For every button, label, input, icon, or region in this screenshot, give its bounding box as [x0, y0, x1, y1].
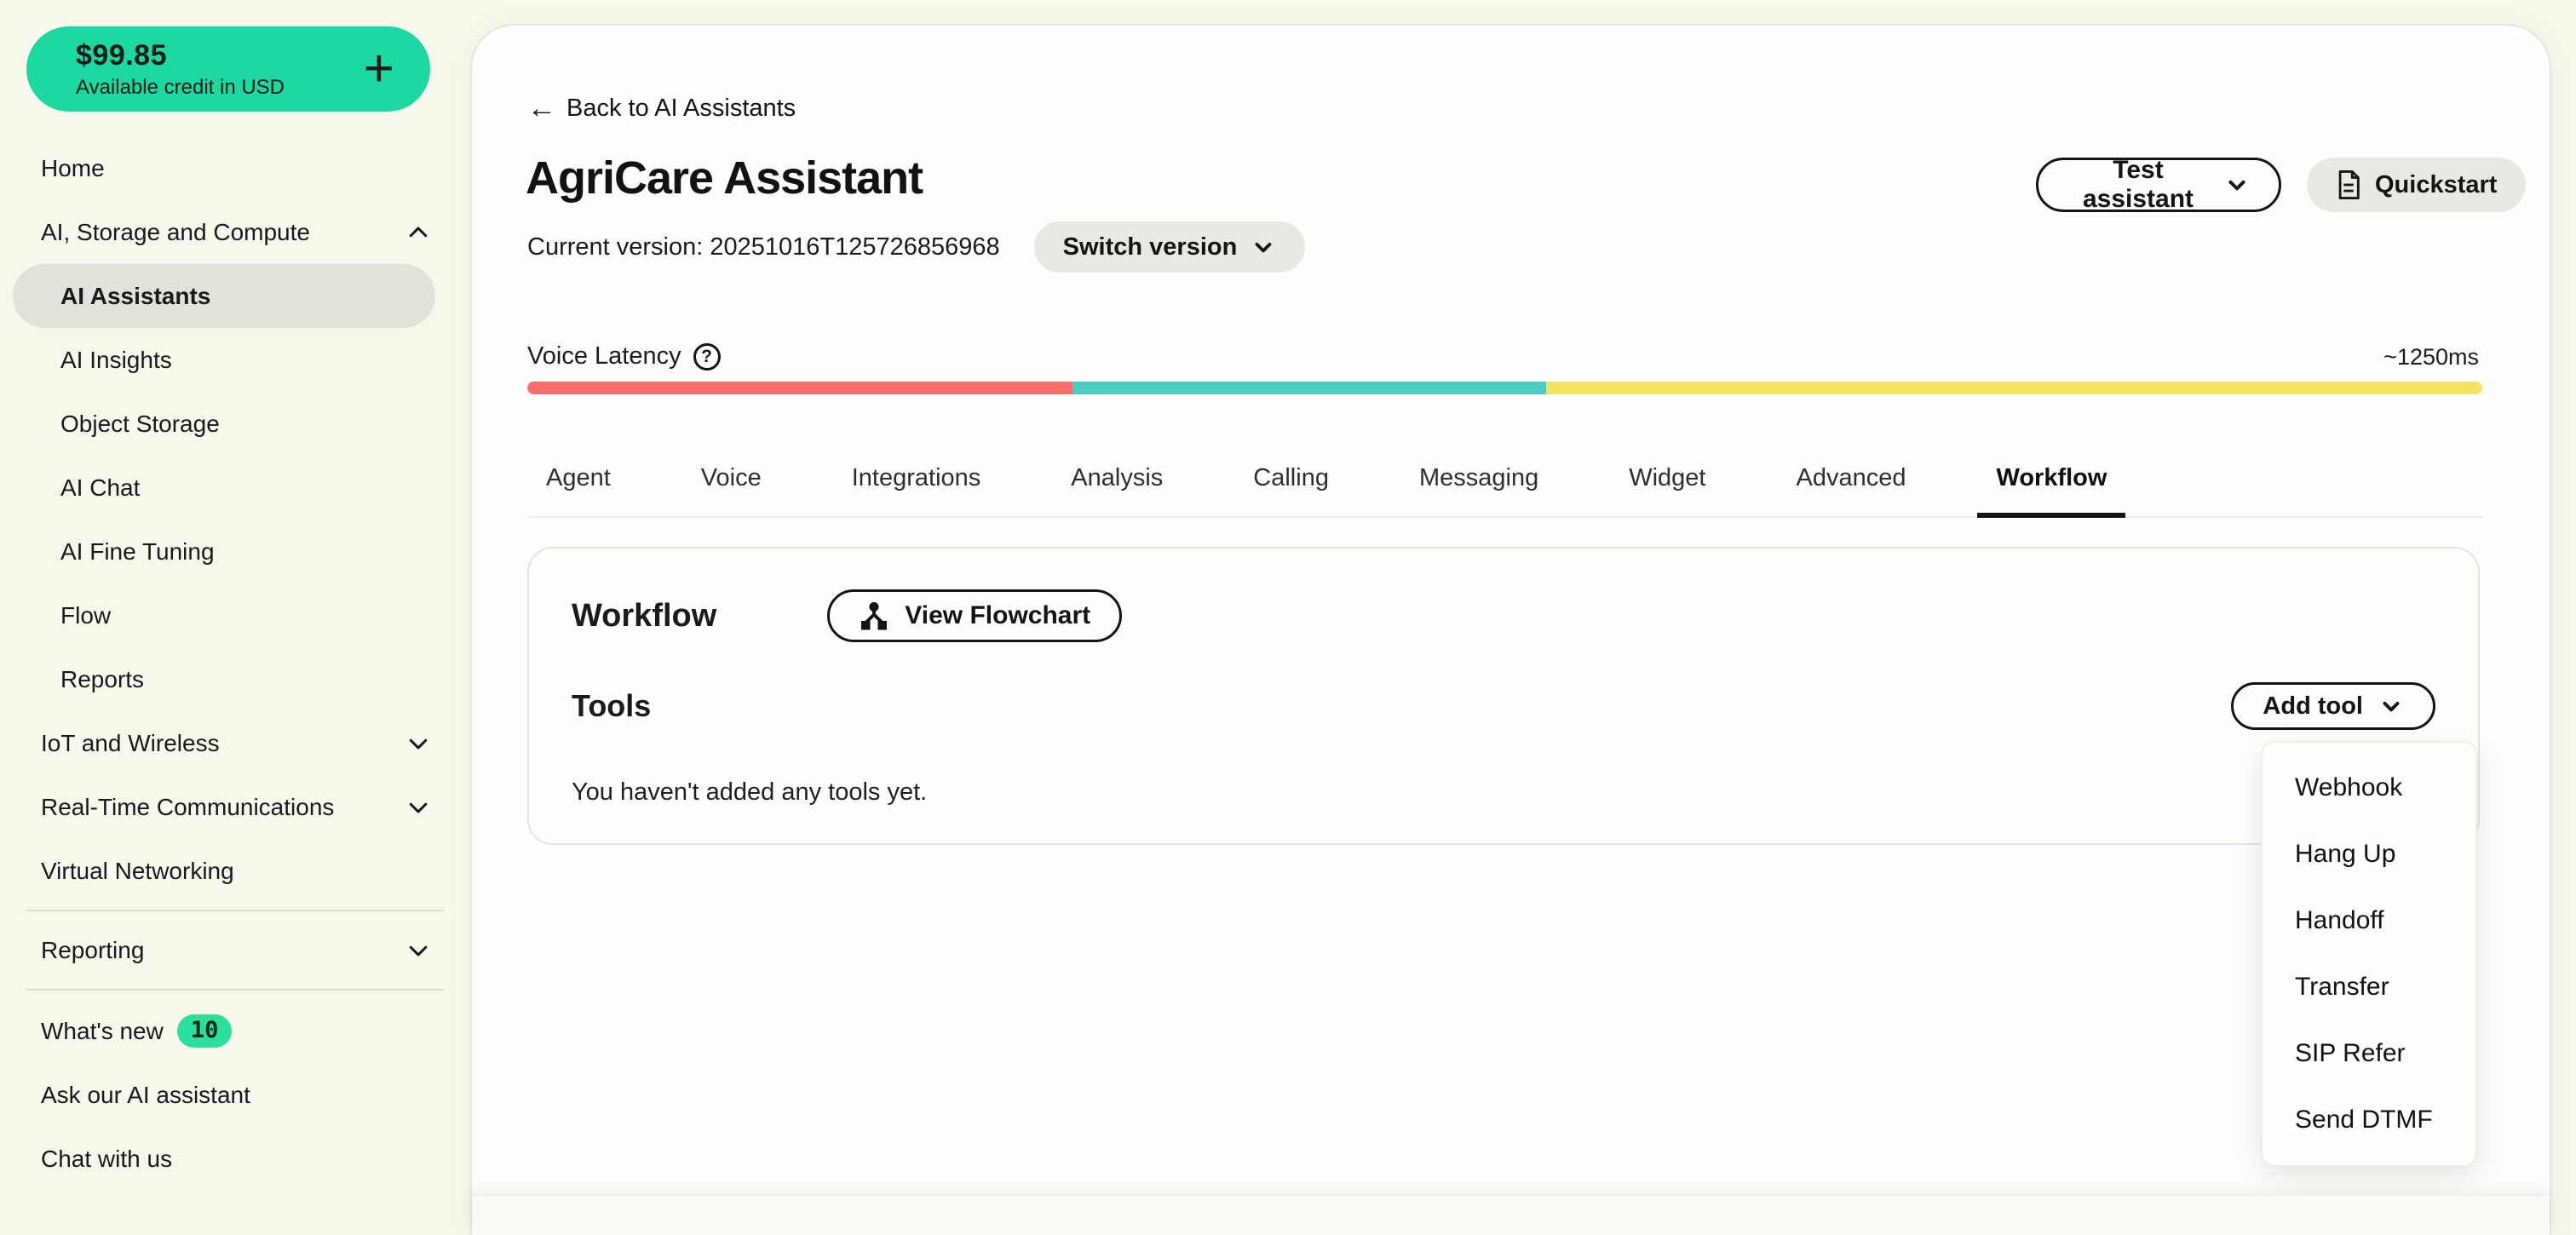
main-panel: ← Back to AI Assistants AgriCare Assista…	[470, 24, 2551, 1235]
latency-segment-teal	[1072, 382, 1545, 394]
tab-bar: Agent Voice Integrations Analysis Callin…	[527, 439, 2482, 518]
test-assistant-button[interactable]: Test assistant	[2036, 158, 2281, 212]
menu-item-hang-up[interactable]: Hang Up	[2263, 821, 2475, 887]
tab-voice[interactable]: Voice	[682, 439, 780, 516]
credit-label: Available credit in USD	[76, 76, 364, 100]
chevron-down-icon	[405, 731, 431, 756]
tab-advanced[interactable]: Advanced	[1777, 439, 1924, 516]
chevron-down-icon	[405, 938, 431, 963]
credit-amount: $99.85	[76, 39, 364, 72]
sidebar-item-object-storage[interactable]: Object Storage	[0, 392, 470, 456]
tab-workflow[interactable]: Workflow	[1977, 439, 2125, 516]
tools-heading: Tools	[572, 688, 651, 724]
menu-item-webhook[interactable]: Webhook	[2263, 755, 2475, 821]
tools-empty-text: You haven't added any tools yet.	[572, 778, 2435, 807]
sidebar-nav: Home AI, Storage and Compute AI Assistan…	[0, 136, 470, 1191]
chevron-down-icon	[2378, 693, 2404, 719]
menu-item-transfer[interactable]: Transfer	[2263, 954, 2475, 1020]
add-tool-button[interactable]: Add tool	[2231, 682, 2435, 730]
sidebar-item-home[interactable]: Home	[0, 136, 470, 200]
chevron-down-icon	[405, 795, 431, 820]
sidebar: $99.85 Available credit in USD + Home AI…	[0, 0, 470, 1235]
view-flowchart-button[interactable]: View Flowchart	[827, 589, 1122, 642]
credit-box: $99.85 Available credit in USD +	[26, 26, 430, 112]
workflow-card: Workflow View Flowchart Tools Add tool	[527, 547, 2480, 845]
sidebar-divider	[26, 989, 444, 991]
panel-footer	[472, 1195, 2550, 1235]
tab-widget[interactable]: Widget	[1610, 439, 1724, 516]
menu-item-handoff[interactable]: Handoff	[2263, 887, 2475, 954]
sidebar-item-whats-new[interactable]: What's new 10	[0, 999, 470, 1063]
sidebar-item-ai-assistants[interactable]: AI Assistants	[13, 264, 435, 328]
chevron-down-icon	[2224, 172, 2250, 198]
sidebar-item-virtual-networking[interactable]: Virtual Networking	[0, 839, 470, 903]
sidebar-item-iot-wireless[interactable]: IoT and Wireless	[0, 711, 470, 775]
page-title: AgriCare Assistant	[526, 152, 923, 204]
sidebar-item-reports[interactable]: Reports	[0, 647, 470, 711]
voice-latency-label: Voice Latency ?	[527, 342, 721, 370]
menu-item-sip-refer[interactable]: SIP Refer	[2263, 1020, 2475, 1087]
current-version-text: Current version: 20251016T125726856968	[527, 233, 1000, 261]
voice-latency-bar	[527, 382, 2482, 394]
chevron-up-icon	[405, 220, 431, 245]
tab-integrations[interactable]: Integrations	[833, 439, 1000, 516]
latency-segment-yellow	[1546, 382, 2482, 394]
latency-segment-red	[527, 382, 1072, 394]
sidebar-item-ai-storage-compute[interactable]: AI, Storage and Compute	[0, 200, 470, 264]
latency-value: ~1250ms	[2383, 344, 2479, 370]
sidebar-item-ai-chat[interactable]: AI Chat	[0, 456, 470, 520]
add-tool-menu: Webhook Hang Up Handoff Transfer SIP Ref…	[2261, 741, 2477, 1167]
tab-messaging[interactable]: Messaging	[1400, 439, 1557, 516]
sidebar-item-rtc[interactable]: Real-Time Communications	[0, 775, 470, 839]
sidebar-item-flow[interactable]: Flow	[0, 583, 470, 647]
sidebar-item-ai-insights[interactable]: AI Insights	[0, 328, 470, 392]
version-row: Current version: 20251016T125726856968 S…	[527, 221, 1305, 273]
workflow-heading: Workflow	[572, 598, 716, 635]
back-to-ai-assistants-link[interactable]: ← Back to AI Assistants	[527, 94, 796, 123]
whats-new-badge: 10	[177, 1014, 233, 1048]
tab-analysis[interactable]: Analysis	[1052, 439, 1182, 516]
document-icon	[2336, 170, 2361, 199]
sidebar-divider	[26, 910, 444, 911]
menu-item-send-dtmf[interactable]: Send DTMF	[2263, 1087, 2475, 1153]
quickstart-button[interactable]: Quickstart	[2307, 158, 2526, 212]
tab-calling[interactable]: Calling	[1234, 439, 1348, 516]
sidebar-item-ai-fine-tuning[interactable]: AI Fine Tuning	[0, 520, 470, 583]
flowchart-icon	[859, 600, 889, 631]
chevron-down-icon	[1251, 234, 1276, 260]
back-arrow-icon: ←	[527, 94, 556, 123]
sidebar-item-chat-with-us[interactable]: Chat with us	[0, 1127, 470, 1191]
add-credit-button[interactable]: +	[364, 43, 394, 95]
sidebar-item-reporting[interactable]: Reporting	[0, 918, 470, 982]
sidebar-item-ask-ai-assistant[interactable]: Ask our AI assistant	[0, 1063, 470, 1127]
tab-agent[interactable]: Agent	[527, 439, 630, 516]
help-icon[interactable]: ?	[693, 343, 721, 370]
switch-version-button[interactable]: Switch version	[1034, 221, 1306, 273]
